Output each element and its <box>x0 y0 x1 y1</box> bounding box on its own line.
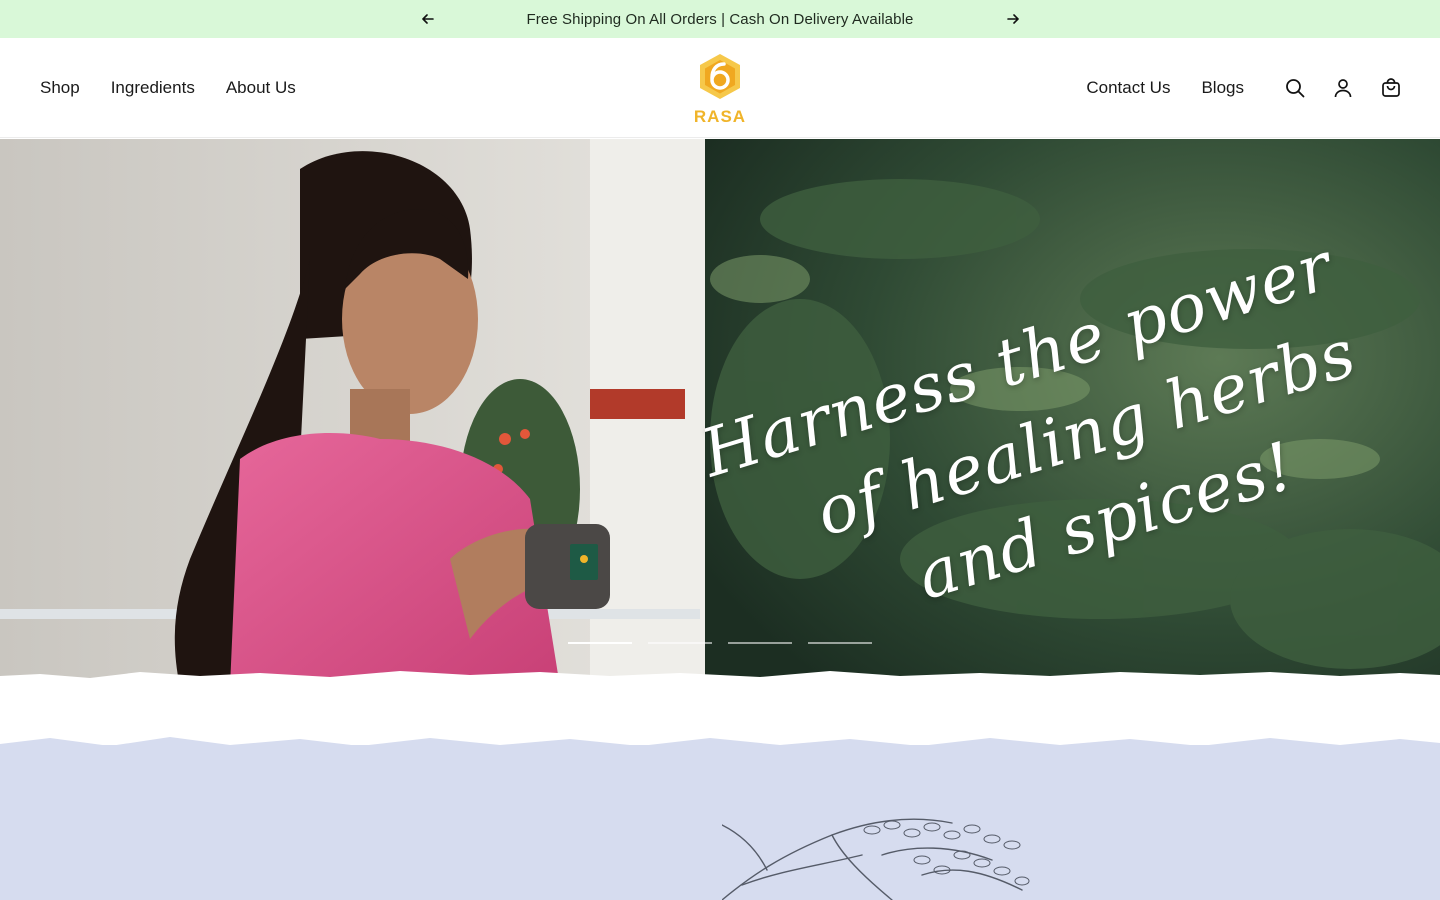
logo-wordmark: RASA <box>694 107 746 126</box>
nav-ingredients[interactable]: Ingredients <box>111 78 195 98</box>
nav-shop[interactable]: Shop <box>40 78 80 98</box>
slide-dot-2[interactable] <box>648 642 712 644</box>
arrow-right-icon[interactable] <box>1003 9 1023 29</box>
arrow-left-icon[interactable] <box>418 9 438 29</box>
search-icon[interactable] <box>1284 77 1306 99</box>
site-header: Shop Ingredients About Us RASA Contact U… <box>0 38 1440 138</box>
announcement-text: Free Shipping On All Orders | Cash On De… <box>526 10 914 28</box>
hero-banner[interactable]: Harness the power of healing herbs and s… <box>0 139 1440 687</box>
account-icon[interactable] <box>1332 77 1354 99</box>
nav-contact-us[interactable]: Contact Us <box>1086 78 1170 98</box>
nav-about-us[interactable]: About Us <box>226 78 296 98</box>
primary-nav: Shop Ingredients About Us <box>40 38 296 138</box>
slide-indicators <box>568 642 872 644</box>
torn-edge-divider <box>0 671 1440 687</box>
rasa-logo[interactable]: RASA <box>690 52 750 126</box>
nav-blogs[interactable]: Blogs <box>1201 78 1244 98</box>
slide-dot-4[interactable] <box>808 642 872 644</box>
slide-dot-3[interactable] <box>728 642 792 644</box>
announcement-bar: Free Shipping On All Orders | Cash On De… <box>0 0 1440 38</box>
header-icons <box>1284 38 1402 138</box>
tree-illustration <box>722 818 1030 900</box>
secondary-nav: Contact Us Blogs <box>1086 38 1244 138</box>
cart-icon[interactable] <box>1380 77 1402 99</box>
lavender-section <box>0 745 1440 900</box>
slide-dot-1[interactable] <box>568 642 632 644</box>
